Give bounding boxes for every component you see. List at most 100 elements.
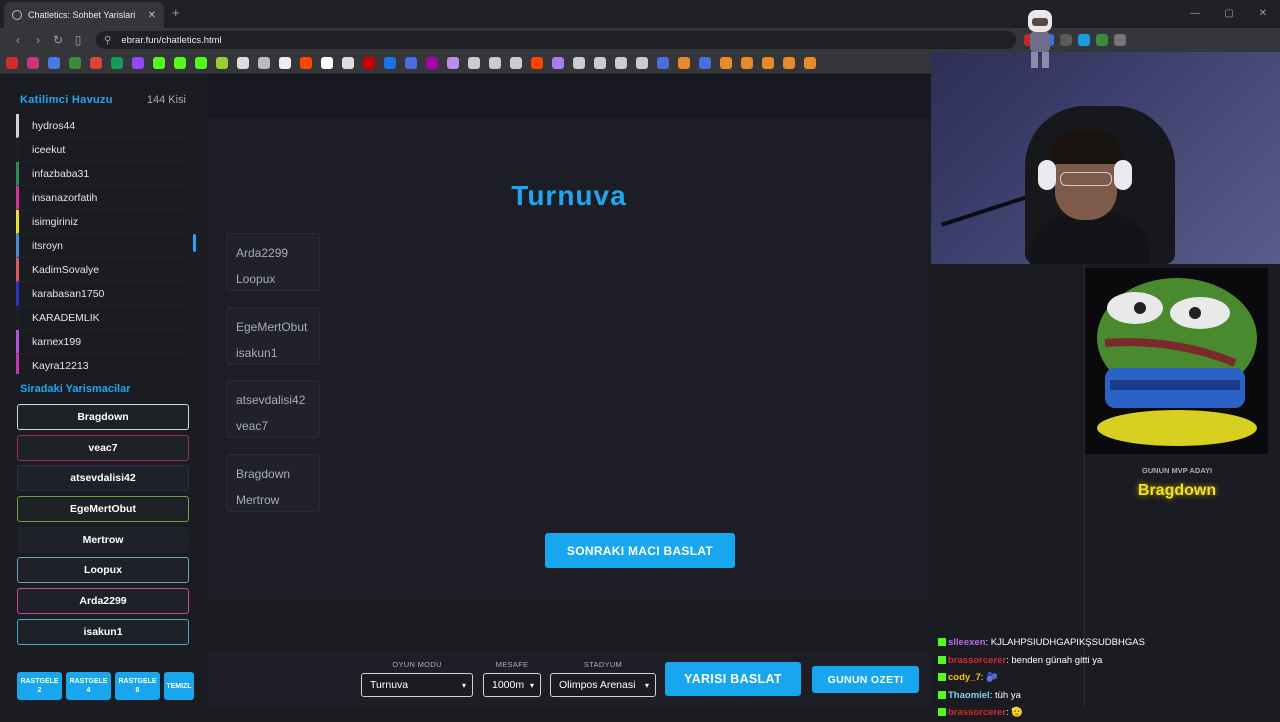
queue-contestant[interactable]: Loopux xyxy=(17,557,189,584)
folder-icon[interactable] xyxy=(636,56,648,69)
bookmark-icon[interactable] xyxy=(573,56,585,69)
headphone-icon xyxy=(1038,160,1056,190)
main-header-strip xyxy=(208,74,930,118)
random-pick-button[interactable]: RASTGELE 4 xyxy=(66,672,111,700)
minimize-icon[interactable]: — xyxy=(1178,0,1212,28)
bookmark-icon[interactable] xyxy=(321,56,333,69)
bookmark-icon[interactable] xyxy=(300,56,312,69)
bookmark-icon[interactable] xyxy=(237,56,249,69)
bookmark-icon[interactable] xyxy=(384,56,396,69)
button-label: RASTGELE xyxy=(20,678,59,685)
clear-button[interactable]: TEMIZL xyxy=(164,672,194,700)
bookmark-icon[interactable] xyxy=(27,56,39,69)
bookmark-icon[interactable] xyxy=(6,56,18,69)
queue-contestant[interactable]: Bragdown xyxy=(17,404,189,430)
participant-list[interactable]: hydros44 iceekut infazbaba31 insanazorfatih… xyxy=(10,114,196,374)
bookmark-icon[interactable] xyxy=(342,56,354,69)
url-text: ebrar.fun/chatletics.html xyxy=(121,34,222,46)
extension-icon[interactable] xyxy=(1114,34,1126,46)
new-tab-icon[interactable]: + xyxy=(172,5,180,20)
participant-item[interactable]: hydros44 xyxy=(16,114,184,138)
mvp-label: GUNUN MVP ADAYI xyxy=(1141,466,1213,475)
participant-item[interactable]: Kayra12213 xyxy=(16,354,184,374)
queue-contestant[interactable]: veac7 xyxy=(17,434,189,461)
bookmark-icon[interactable] xyxy=(804,56,816,69)
participant-item[interactable]: karnex199 xyxy=(16,330,184,354)
stadium-select[interactable]: Olimpos Arenasi ▾ xyxy=(550,673,656,697)
scrollbar-thumb[interactable] xyxy=(193,234,196,252)
participant-item[interactable]: KARADEMLIK xyxy=(16,306,184,330)
queue-contestant[interactable]: isakun1 xyxy=(17,618,189,645)
bookmark-icon[interactable] xyxy=(762,56,774,69)
bookmark-icon[interactable] xyxy=(216,56,228,69)
site-settings-icon[interactable]: ⚲ xyxy=(104,35,111,46)
participant-item[interactable]: iceekut xyxy=(16,138,184,162)
left-panel: Katilimci Havuzu 144 Kisi hydros44 iceeku… xyxy=(10,86,196,706)
headphone-icon xyxy=(1114,160,1132,190)
daily-summary-button[interactable]: GUNUN OZETI xyxy=(812,666,919,693)
participant-item[interactable]: KadimSovalye xyxy=(16,258,184,282)
queue-contestant[interactable]: Mertrow xyxy=(17,526,189,553)
window-controls: — ▢ ✕ xyxy=(1178,0,1280,28)
browser-tab[interactable]: Chatletics: Sohbet Yarislari ✕ xyxy=(4,2,164,28)
bookmark-icon[interactable] xyxy=(90,56,102,69)
match-card: Bragdown Mertrow xyxy=(226,453,320,512)
forward-icon[interactable]: › xyxy=(28,33,48,47)
bookmark-icon[interactable] xyxy=(258,56,270,69)
participant-item[interactable]: itsroyn xyxy=(16,234,184,258)
bookmark-icon[interactable] xyxy=(153,56,165,69)
random-pick-button[interactable]: RASTGELE 8 xyxy=(115,672,160,700)
participant-item[interactable]: isimgiriniz xyxy=(16,210,184,234)
maximize-icon[interactable]: ▢ xyxy=(1212,0,1246,28)
bookmark-icon[interactable] xyxy=(657,56,669,69)
bookmark-icon[interactable] xyxy=(447,56,459,69)
close-tab-icon[interactable]: ✕ xyxy=(148,10,156,21)
extension-icon[interactable] xyxy=(1096,34,1108,46)
distance-select[interactable]: 1000m ▾ xyxy=(483,673,541,697)
extension-icon[interactable] xyxy=(1060,34,1072,46)
chat-text: : 🫐 xyxy=(980,672,998,683)
bookmark-icon[interactable]: ▯ xyxy=(68,33,88,47)
bookmark-icon[interactable] xyxy=(405,56,417,69)
bookmark-icon[interactable] xyxy=(468,56,480,69)
queue-contestant[interactable]: Arda2299 xyxy=(17,588,189,615)
extension-icon[interactable] xyxy=(1078,34,1090,46)
bookmark-icon[interactable] xyxy=(174,56,186,69)
queue-contestant[interactable]: EgeMertObut xyxy=(17,496,189,523)
reload-icon[interactable]: ↻ xyxy=(48,33,68,47)
bookmark-icon[interactable] xyxy=(678,56,690,69)
bookmark-icon[interactable] xyxy=(720,56,732,69)
bookmark-icon[interactable] xyxy=(132,56,144,69)
back-icon[interactable]: ‹ xyxy=(8,33,28,47)
game-mode-label: OYUN MODU xyxy=(392,660,442,669)
bookmark-icon[interactable] xyxy=(594,56,606,69)
game-mode-select[interactable]: Turnuva ▾ xyxy=(361,673,473,697)
queue-contestant[interactable]: atsevdalisi42 xyxy=(17,465,189,492)
bookmark-icon[interactable] xyxy=(279,56,291,69)
bookmark-icon[interactable] xyxy=(531,56,543,69)
bookmark-icon[interactable] xyxy=(69,56,81,69)
stadium-value: Olimpos Arenasi xyxy=(559,679,636,691)
bookmark-icon[interactable] xyxy=(783,56,795,69)
random-pick-button[interactable]: RASTGELE 2 xyxy=(17,672,62,700)
bookmark-icon[interactable] xyxy=(615,56,627,69)
chat-message: brassorcerer: 🫡 xyxy=(938,704,1238,722)
start-race-button[interactable]: YARISI BASLAT xyxy=(665,662,801,696)
bookmark-icon[interactable] xyxy=(552,56,564,69)
participant-item[interactable]: karabasan1750 xyxy=(16,282,184,306)
address-bar[interactable]: ⚲ ebrar.fun/chatletics.html xyxy=(96,31,1016,49)
bookmark-icon[interactable] xyxy=(489,56,501,69)
bookmark-icon[interactable] xyxy=(195,56,207,69)
match-player: Bragdown xyxy=(236,466,291,481)
bookmark-icon[interactable] xyxy=(111,56,123,69)
start-next-match-button[interactable]: SONRAKI MACI BASLAT xyxy=(545,533,735,568)
bookmark-icon[interactable] xyxy=(48,56,60,69)
bookmark-icon[interactable] xyxy=(699,56,711,69)
bookmark-icon[interactable] xyxy=(426,56,438,69)
mascot-figure xyxy=(1028,10,1052,68)
bookmark-icon[interactable] xyxy=(510,56,522,69)
bookmark-icon[interactable] xyxy=(363,56,375,69)
close-window-icon[interactable]: ✕ xyxy=(1246,0,1280,28)
race-controls: OYUN MODU Turnuva ▾ MESAFE 1000m ▾ STADY… xyxy=(208,650,930,706)
bookmark-icon[interactable] xyxy=(741,56,753,69)
